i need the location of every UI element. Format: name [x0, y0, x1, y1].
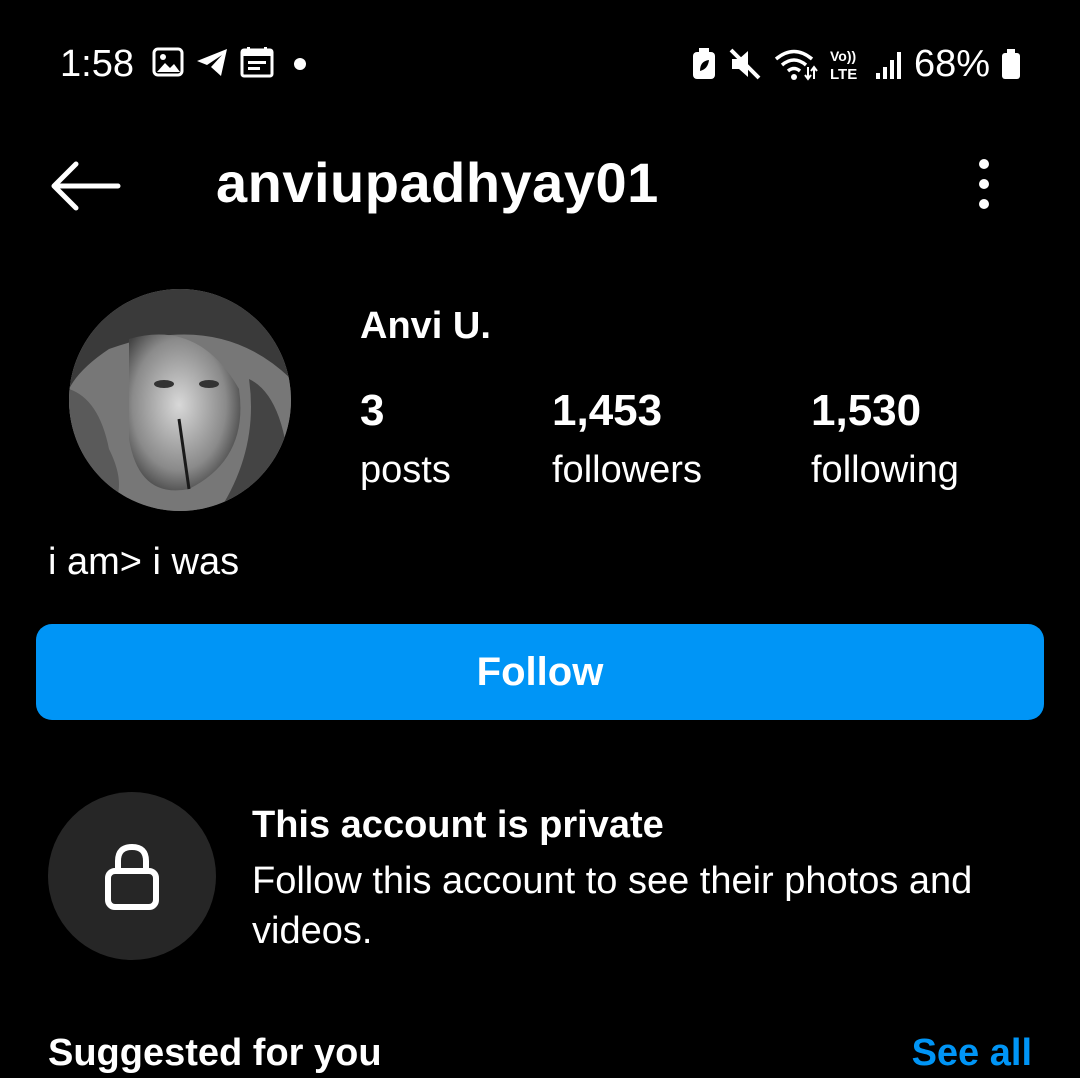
status-time: 1:58: [60, 43, 134, 85]
back-arrow-icon[interactable]: [46, 160, 122, 212]
lock-icon: [105, 843, 159, 910]
svg-text:Vo)): Vo)): [830, 48, 856, 64]
volte-icon: Vo)) LTE: [830, 48, 857, 81]
battery-percent: 68%: [913, 43, 990, 85]
see-all-link[interactable]: See all: [912, 1028, 1032, 1078]
status-left-icons: [152, 46, 314, 78]
more-options-icon[interactable]: [966, 156, 1002, 212]
posts-count: 3: [360, 386, 385, 435]
signal-icon: [875, 52, 901, 79]
private-account-description: Follow this account to see their photos …: [252, 860, 973, 952]
dot-icon: [294, 58, 306, 70]
profile-username: anviupadhyay01: [216, 151, 659, 214]
wifi-icon: [774, 49, 818, 81]
battery-icon: [1002, 49, 1020, 79]
private-lock-badge: [48, 792, 216, 960]
display-name: Anvi U.: [360, 305, 491, 347]
follow-button[interactable]: Follow: [36, 624, 1044, 720]
calendar-icon: [240, 47, 274, 78]
mute-icon: [729, 48, 761, 80]
gallery-icon: [152, 47, 184, 77]
followers-label[interactable]: followers: [552, 446, 702, 494]
status-right: Vo)) LTE 68%: [690, 40, 1022, 88]
following-label[interactable]: following: [811, 446, 959, 494]
followers-count[interactable]: 1,453: [552, 384, 662, 438]
telegram-icon: [197, 49, 227, 76]
svg-text:LTE: LTE: [830, 66, 857, 81]
suggested-heading: Suggested for you: [48, 1032, 382, 1074]
following-count[interactable]: 1,530: [811, 384, 921, 438]
posts-label: posts: [360, 449, 451, 491]
avatar[interactable]: [69, 289, 291, 511]
private-account-title: This account is private: [252, 804, 664, 846]
battery-saver-icon: [692, 48, 715, 79]
profile-bio: i am> i was: [48, 541, 240, 583]
